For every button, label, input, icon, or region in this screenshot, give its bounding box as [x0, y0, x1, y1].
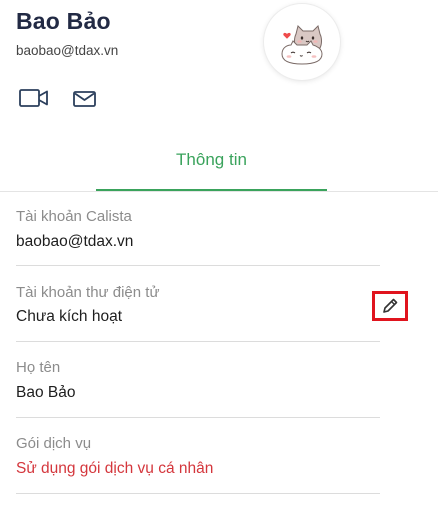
cat-couple-avatar-icon	[281, 25, 323, 65]
full-name-value: Bao Bảo	[16, 384, 76, 401]
service-plan-label: Gói dịch vụ	[16, 435, 92, 452]
tab-bar: Thông tin	[0, 130, 438, 192]
info-item-calista-account: Tài khoản Calista baobao@tdax.vn	[16, 192, 380, 266]
info-item-service-plan: Gói dịch vụ Sử dụng gói dịch vụ cá nhân	[16, 418, 380, 494]
profile-header: Bao Bảo baobao@tdax.vn	[0, 0, 438, 130]
profile-name: Bao Bảo	[16, 8, 111, 34]
video-call-icon[interactable]	[18, 86, 50, 110]
pencil-icon	[383, 298, 398, 313]
profile-email: baobao@tdax.vn	[16, 43, 119, 58]
tab-info-label: Thông tin	[176, 149, 247, 169]
full-name-label: Họ tên	[16, 359, 61, 376]
email-account-value: Chưa kích hoạt	[16, 308, 123, 325]
avatar[interactable]	[264, 4, 340, 80]
mail-icon[interactable]	[72, 88, 98, 110]
calista-account-label: Tài khoản Calista	[16, 208, 132, 225]
email-account-label: Tài khoản thư điện tử	[16, 284, 160, 301]
calista-account-value: baobao@tdax.vn	[16, 233, 134, 250]
info-item-email-account: Tài khoản thư điện tử Chưa kích hoạt	[16, 266, 380, 342]
service-plan-value: Sử dụng gói dịch vụ cá nhân	[16, 460, 214, 477]
tab-info[interactable]: Thông tin	[96, 130, 327, 191]
info-item-full-name: Họ tên Bao Bảo	[16, 342, 380, 418]
edit-email-account-button[interactable]	[372, 291, 408, 321]
